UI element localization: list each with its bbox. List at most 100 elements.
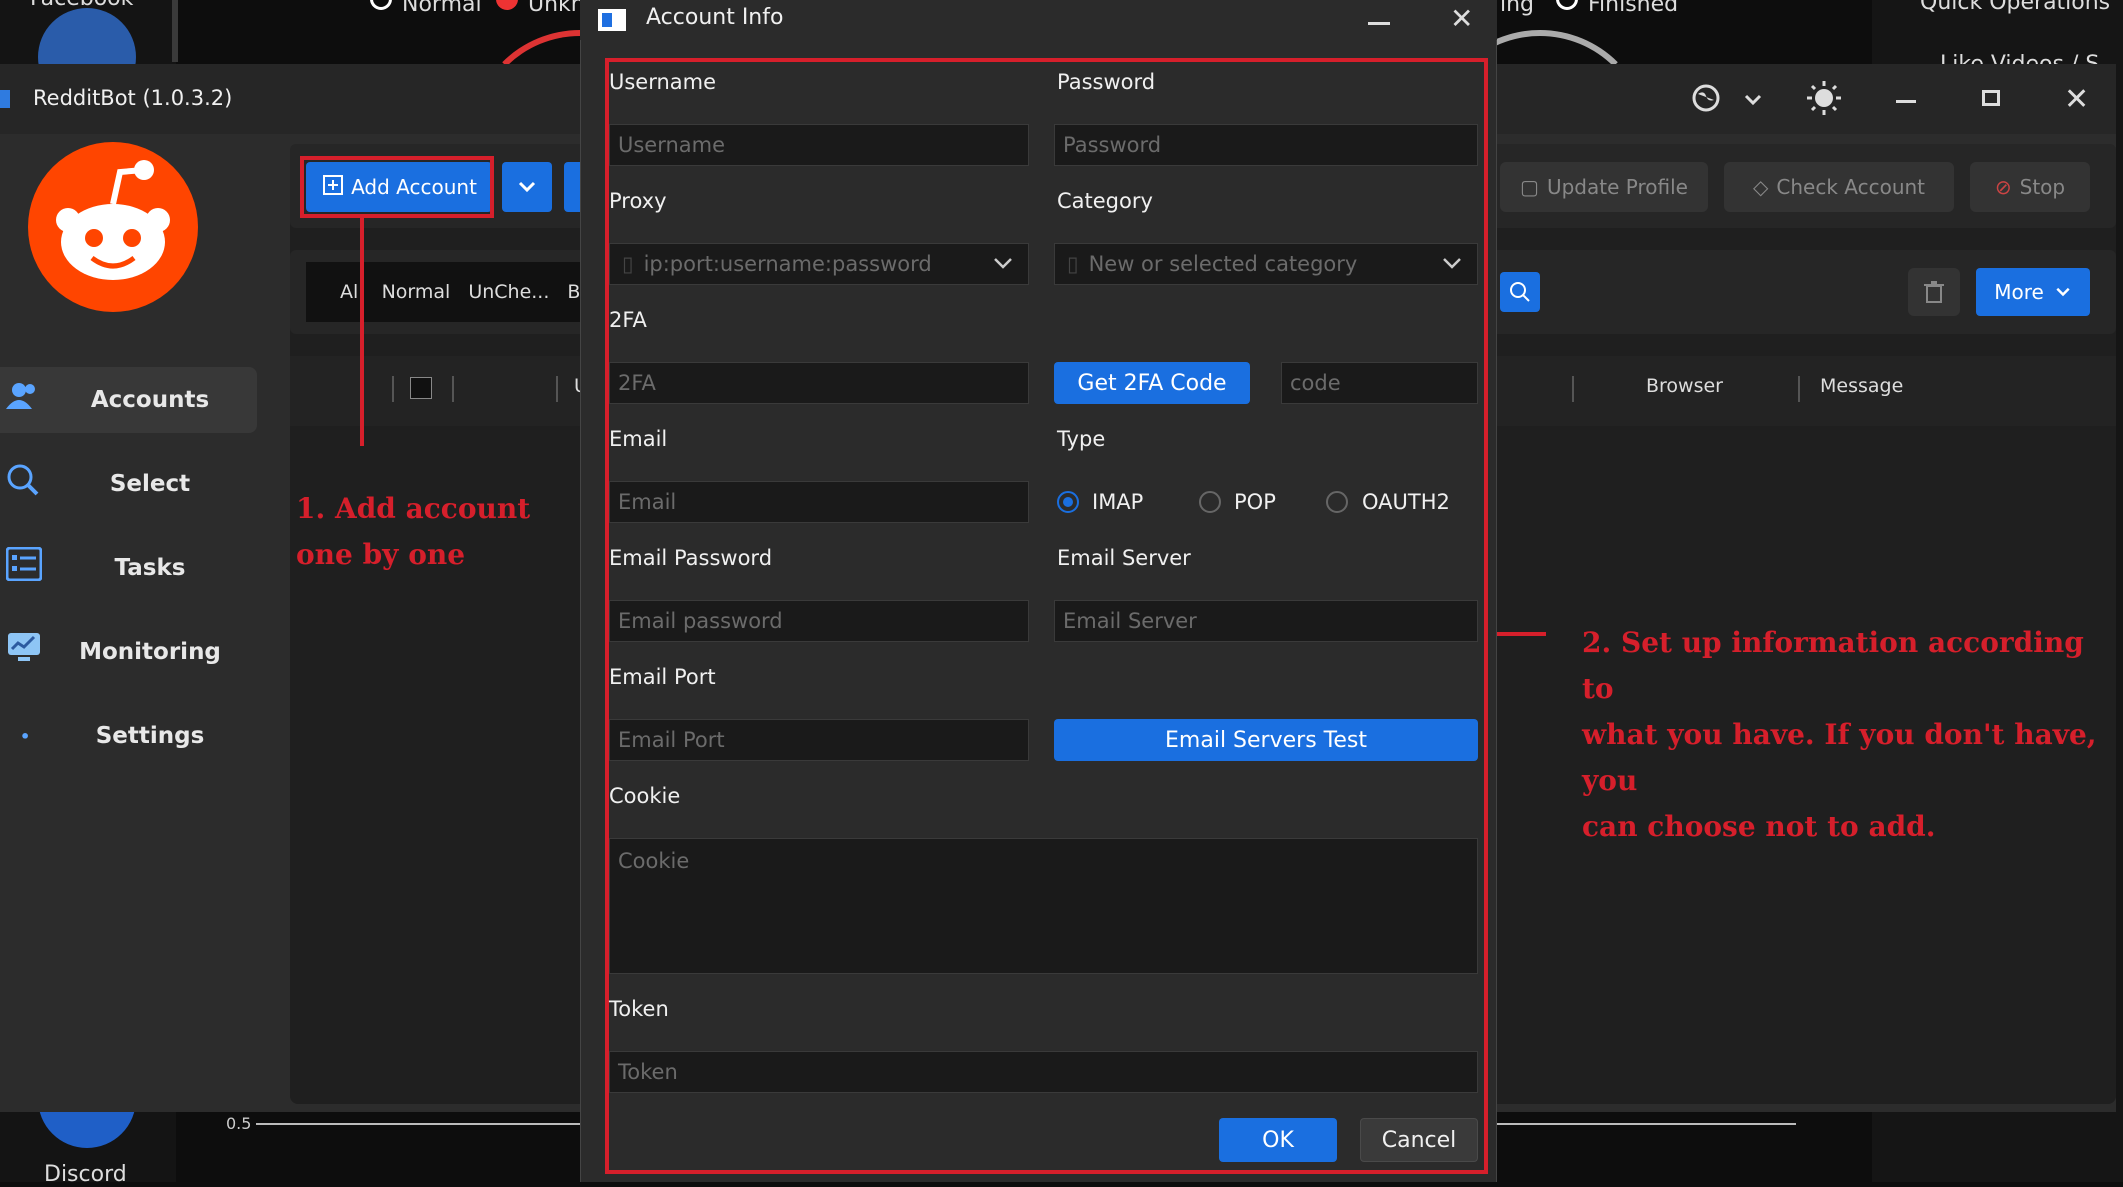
type-imap-label[interactable]: IMAP — [1092, 490, 1143, 514]
twofa-label: 2FA — [609, 308, 647, 332]
update-profile-label: Update Profile — [1546, 175, 1688, 199]
trash-icon: ▯ — [1067, 252, 1079, 276]
minimize-icon[interactable] — [1896, 100, 1916, 103]
type-radio-pop[interactable] — [1199, 491, 1221, 513]
dialog-minimize-icon[interactable] — [1368, 22, 1390, 25]
type-radio-oauth2[interactable] — [1326, 491, 1348, 513]
username-input[interactable]: Username — [609, 124, 1029, 166]
token-label: Token — [609, 997, 669, 1021]
status-finished-label: Finished — [1588, 0, 1679, 17]
ok-button[interactable]: OK — [1219, 1118, 1337, 1162]
dialog-window-icon — [598, 9, 626, 31]
category-placeholder: New or selected category — [1088, 252, 1358, 276]
header-separator — [556, 376, 558, 402]
filter-unchecked[interactable]: UnChe... — [468, 281, 549, 303]
delete-button[interactable] — [1908, 268, 1960, 316]
sidebar-item-label: Select — [109, 471, 191, 497]
filter-tabs: All Normal UnChe... Blo — [306, 262, 597, 322]
get-2fa-code-button[interactable]: Get 2FA Code — [1054, 362, 1250, 404]
sidebar-item-label: Accounts — [90, 387, 210, 413]
type-oauth2-label[interactable]: OAUTH2 — [1362, 490, 1450, 514]
profile-icon: ▢ — [1520, 175, 1539, 199]
email-port-input[interactable]: Email Port — [609, 719, 1029, 761]
quick-operations-label: Quick Operations — [1920, 0, 2111, 15]
close-icon[interactable]: ✕ — [2064, 82, 2089, 117]
search-icon — [1510, 282, 1530, 302]
annotation-connector-line — [1494, 632, 1546, 636]
password-label: Password — [1057, 70, 1156, 94]
dialog-title: Account Info — [646, 5, 784, 30]
status-radio-normal — [370, 0, 392, 10]
category-select[interactable]: ▯ New or selected category — [1054, 243, 1478, 285]
header-separator — [392, 376, 394, 402]
email-input[interactable]: Email — [609, 481, 1029, 523]
stop-icon: ⊘ — [1994, 175, 2012, 199]
cookie-textarea[interactable]: Cookie — [609, 838, 1478, 974]
type-label: Type — [1057, 427, 1106, 451]
search-button[interactable] — [1500, 272, 1540, 312]
cookie-label: Cookie — [609, 784, 681, 808]
email-label: Email — [609, 427, 668, 451]
column-header-message[interactable]: Message — [1820, 375, 1903, 397]
annotation-step1-line2: one by one — [296, 538, 466, 571]
trash-icon — [1924, 281, 1944, 303]
chevron-down-icon — [2056, 287, 2070, 297]
maximize-icon[interactable] — [1982, 90, 2000, 106]
type-pop-label[interactable]: POP — [1234, 490, 1276, 514]
header-separator — [452, 376, 454, 402]
stop-button[interactable]: ⊘ Stop — [1970, 162, 2090, 212]
token-input[interactable]: Token — [609, 1051, 1478, 1093]
proxy-label: Proxy — [609, 189, 667, 213]
sidebar-item-tasks[interactable]: Tasks — [0, 535, 257, 601]
update-profile-button[interactable]: ▢ Update Profile — [1500, 162, 1708, 212]
email-server-input[interactable]: Email Server — [1054, 600, 1478, 642]
email-servers-test-button[interactable]: Email Servers Test — [1054, 719, 1478, 761]
app-icon — [0, 90, 10, 108]
email-port-label: Email Port — [609, 665, 716, 689]
trash-icon: ▯ — [622, 252, 634, 276]
proxy-select[interactable]: ▯ ip:port:username:password — [609, 243, 1029, 285]
column-header-browser[interactable]: Browser — [1646, 375, 1723, 397]
add-account-dropdown-button[interactable] — [502, 162, 552, 212]
language-globe-icon[interactable] — [1690, 82, 1722, 122]
chevron-down-icon[interactable] — [1742, 84, 1764, 119]
username-label: Username — [609, 70, 717, 94]
sidebar-item-label: Tasks — [114, 555, 186, 581]
annotation-step2-line2: what you have. If you don't have, you — [1582, 718, 2097, 797]
password-input[interactable]: Password — [1054, 124, 1478, 166]
twofa-input[interactable]: 2FA — [609, 362, 1029, 404]
filter-normal[interactable]: Normal — [382, 281, 451, 303]
category-label: Category — [1057, 189, 1153, 213]
status-unknown-label: Unkn — [528, 0, 585, 17]
more-label: More — [1994, 280, 2044, 304]
cancel-button[interactable]: Cancel — [1360, 1118, 1478, 1162]
dialog-close-icon[interactable]: ✕ — [1450, 2, 1473, 35]
theme-sun-icon[interactable] — [1806, 80, 1842, 124]
sidebar-item-settings[interactable]: • Settings — [0, 703, 257, 769]
shield-check-icon: ◇ — [1752, 175, 1769, 199]
more-button[interactable]: More — [1976, 268, 2090, 316]
app-title: RedditBot (1.0.3.2) — [33, 86, 233, 110]
background-axis-label: 0.5 — [226, 1114, 252, 1133]
check-account-button[interactable]: ◇ Check Account — [1724, 162, 1954, 212]
status-ing-label: ing — [1500, 0, 1535, 17]
discord-label: Discord — [44, 1162, 127, 1187]
sidebar-item-accounts[interactable]: Accounts — [0, 367, 257, 433]
select-all-checkbox[interactable] — [410, 377, 432, 399]
reddit-logo — [28, 142, 198, 312]
annotation-step2-line3: can choose not to add. — [1582, 810, 1936, 843]
annotation-highlight-add-account — [300, 156, 494, 218]
type-radio-imap[interactable] — [1057, 491, 1079, 513]
header-separator — [1572, 376, 1574, 402]
sidebar-item-select[interactable]: Select — [0, 451, 257, 517]
facebook-label: Facebook — [30, 0, 133, 11]
annotation-connector-line — [360, 218, 364, 446]
email-password-input[interactable]: Email password — [609, 600, 1029, 642]
sidebar-item-label: Settings — [95, 723, 205, 749]
proxy-placeholder: ip:port:username:password — [643, 252, 932, 276]
annotation-step2: 2. Set up information according to what … — [1582, 620, 2123, 850]
annotation-step2-line1: 2. Set up information according to — [1582, 626, 2084, 705]
sidebar-item-monitoring[interactable]: Monitoring — [0, 619, 257, 685]
chevron-down-icon — [518, 181, 536, 193]
twofa-code-input[interactable]: code — [1281, 362, 1478, 404]
